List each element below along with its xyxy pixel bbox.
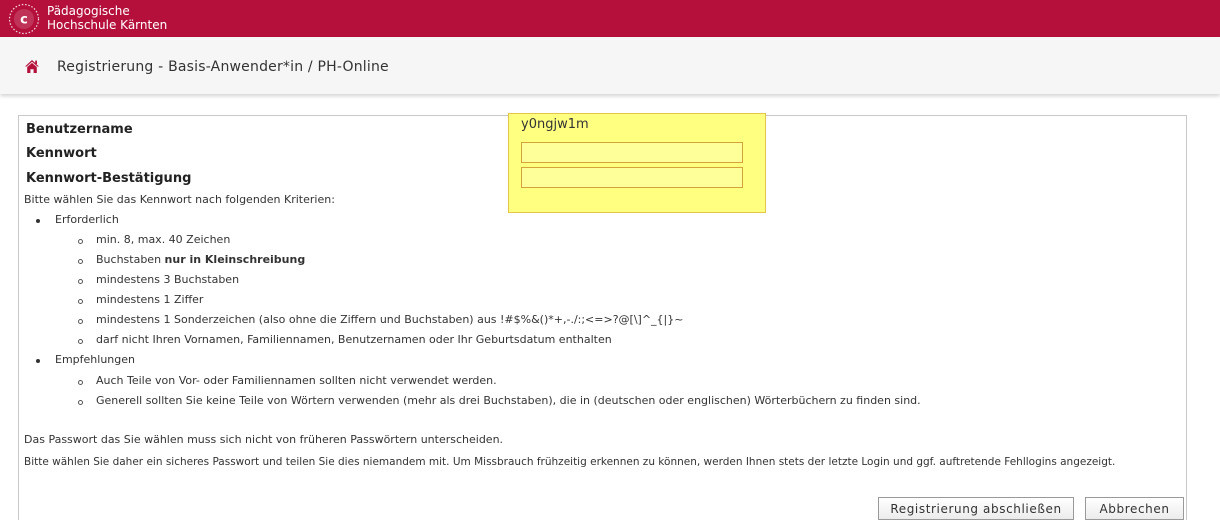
- recommended-heading: Empfehlungen: [55, 353, 135, 366]
- required-heading: Erforderlich: [55, 213, 119, 226]
- logo-letter: c: [20, 13, 28, 28]
- list-item: mindestens 3 Buchstaben: [96, 273, 240, 286]
- password-confirm-label: Kennwort-Bestätigung: [26, 171, 192, 186]
- institution-line2: Hochschule Kärnten: [47, 18, 168, 32]
- password-confirm-field[interactable]: [521, 167, 743, 188]
- page-title: Registrierung - Basis-Anwender*in / PH-O…: [57, 59, 389, 75]
- bullet: [36, 359, 40, 363]
- sub-bullet: [78, 400, 83, 405]
- note-security: Bitte wählen Sie daher ein sicheres Pass…: [24, 456, 1116, 468]
- institution-line1: Pädagogische: [47, 4, 130, 18]
- sub-bullet: [78, 259, 83, 264]
- list-item: Auch Teile von Vor- oder Familiennamen s…: [96, 374, 497, 387]
- list-item: mindestens 1 Sonderzeichen (also ohne di…: [96, 313, 684, 326]
- sub-bullet: [78, 239, 83, 244]
- list-item: mindestens 1 Ziffer: [96, 293, 204, 306]
- list-item: Buchstaben nur in Kleinschreibung: [96, 253, 305, 267]
- letters-rule-prefix: Buchstaben: [96, 253, 165, 266]
- breadcrumb: Registrierung - Basis-Anwender*in / PH-O…: [0, 37, 1220, 94]
- ph-kaernten-logo: c: [8, 3, 40, 35]
- password-label: Kennwort: [26, 146, 97, 161]
- sub-bullet: [78, 319, 83, 324]
- letters-rule-bold: nur in Kleinschreibung: [164, 253, 306, 266]
- username-value: y0ngjw1m: [521, 117, 589, 132]
- username-label: Benutzername: [26, 122, 133, 137]
- list-item: Generell sollten Sie keine Teile von Wör…: [96, 394, 921, 407]
- sub-bullet: [78, 380, 83, 385]
- sub-bullet: [78, 279, 83, 284]
- sub-bullet: [78, 339, 83, 344]
- top-bar: c Pädagogische Hochschule Kärnten: [0, 0, 1220, 37]
- cancel-button[interactable]: Abbrechen: [1085, 497, 1184, 520]
- submit-registration-button[interactable]: Registrierung abschließen: [878, 497, 1074, 520]
- home-icon[interactable]: [24, 59, 40, 74]
- note-history: Das Passwort das Sie wählen muss sich ni…: [24, 433, 504, 446]
- password-field[interactable]: [521, 142, 743, 163]
- institution-name: Pädagogische Hochschule Kärnten: [47, 4, 167, 32]
- list-item: min. 8, max. 40 Zeichen: [96, 233, 231, 246]
- criteria-intro: Bitte wählen Sie das Kennwort nach folge…: [24, 193, 335, 206]
- sub-bullet: [78, 299, 83, 304]
- list-item: darf nicht Ihren Vornamen, Familiennamen…: [96, 333, 612, 346]
- bullet: [36, 219, 40, 223]
